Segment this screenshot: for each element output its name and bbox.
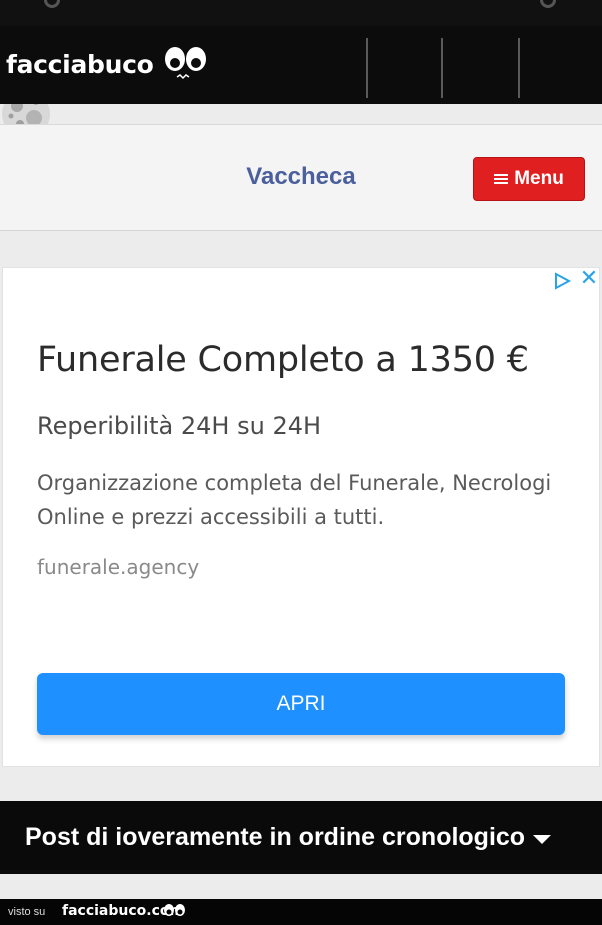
close-ad-icon[interactable]: ✕ xyxy=(578,268,600,290)
ad-headline[interactable]: Funerale Completo a 1350 € xyxy=(37,340,529,380)
nav-separator xyxy=(441,38,443,98)
status-icon xyxy=(44,0,60,8)
ad-body-text: Organizzazione completa del Funerale, Ne… xyxy=(37,471,552,529)
posts-order-label: Post di ioveramente in ordine cronologic… xyxy=(25,823,526,851)
nav-separator xyxy=(366,38,368,98)
ad-subheadline: Reperibilità 24H su 24H xyxy=(37,412,322,440)
adchoices-icon[interactable] xyxy=(552,271,572,291)
menu-label: Menu xyxy=(514,168,564,189)
status-bar xyxy=(0,0,602,26)
footer-eyes-icon xyxy=(164,904,185,916)
logo-eyes-icon xyxy=(165,47,206,80)
posts-order-dropdown[interactable]: Post di ioveramente in ordine cronologic… xyxy=(0,801,602,874)
watermark-footer: visto su facciabuco.com xyxy=(0,899,602,925)
seen-on-label: visto su xyxy=(8,906,46,918)
status-icon xyxy=(540,0,556,8)
menu-icon xyxy=(494,174,509,184)
nav-separator xyxy=(518,38,520,98)
page-title-bar: Vaccheca Menu xyxy=(0,124,602,231)
ad-domain: funerale.agency xyxy=(37,555,200,579)
site-logo[interactable]: facciabuco xyxy=(6,50,154,79)
caret-down-icon xyxy=(533,835,552,844)
ad-open-button[interactable]: APRI xyxy=(37,673,565,735)
menu-button[interactable]: Menu xyxy=(473,157,585,201)
